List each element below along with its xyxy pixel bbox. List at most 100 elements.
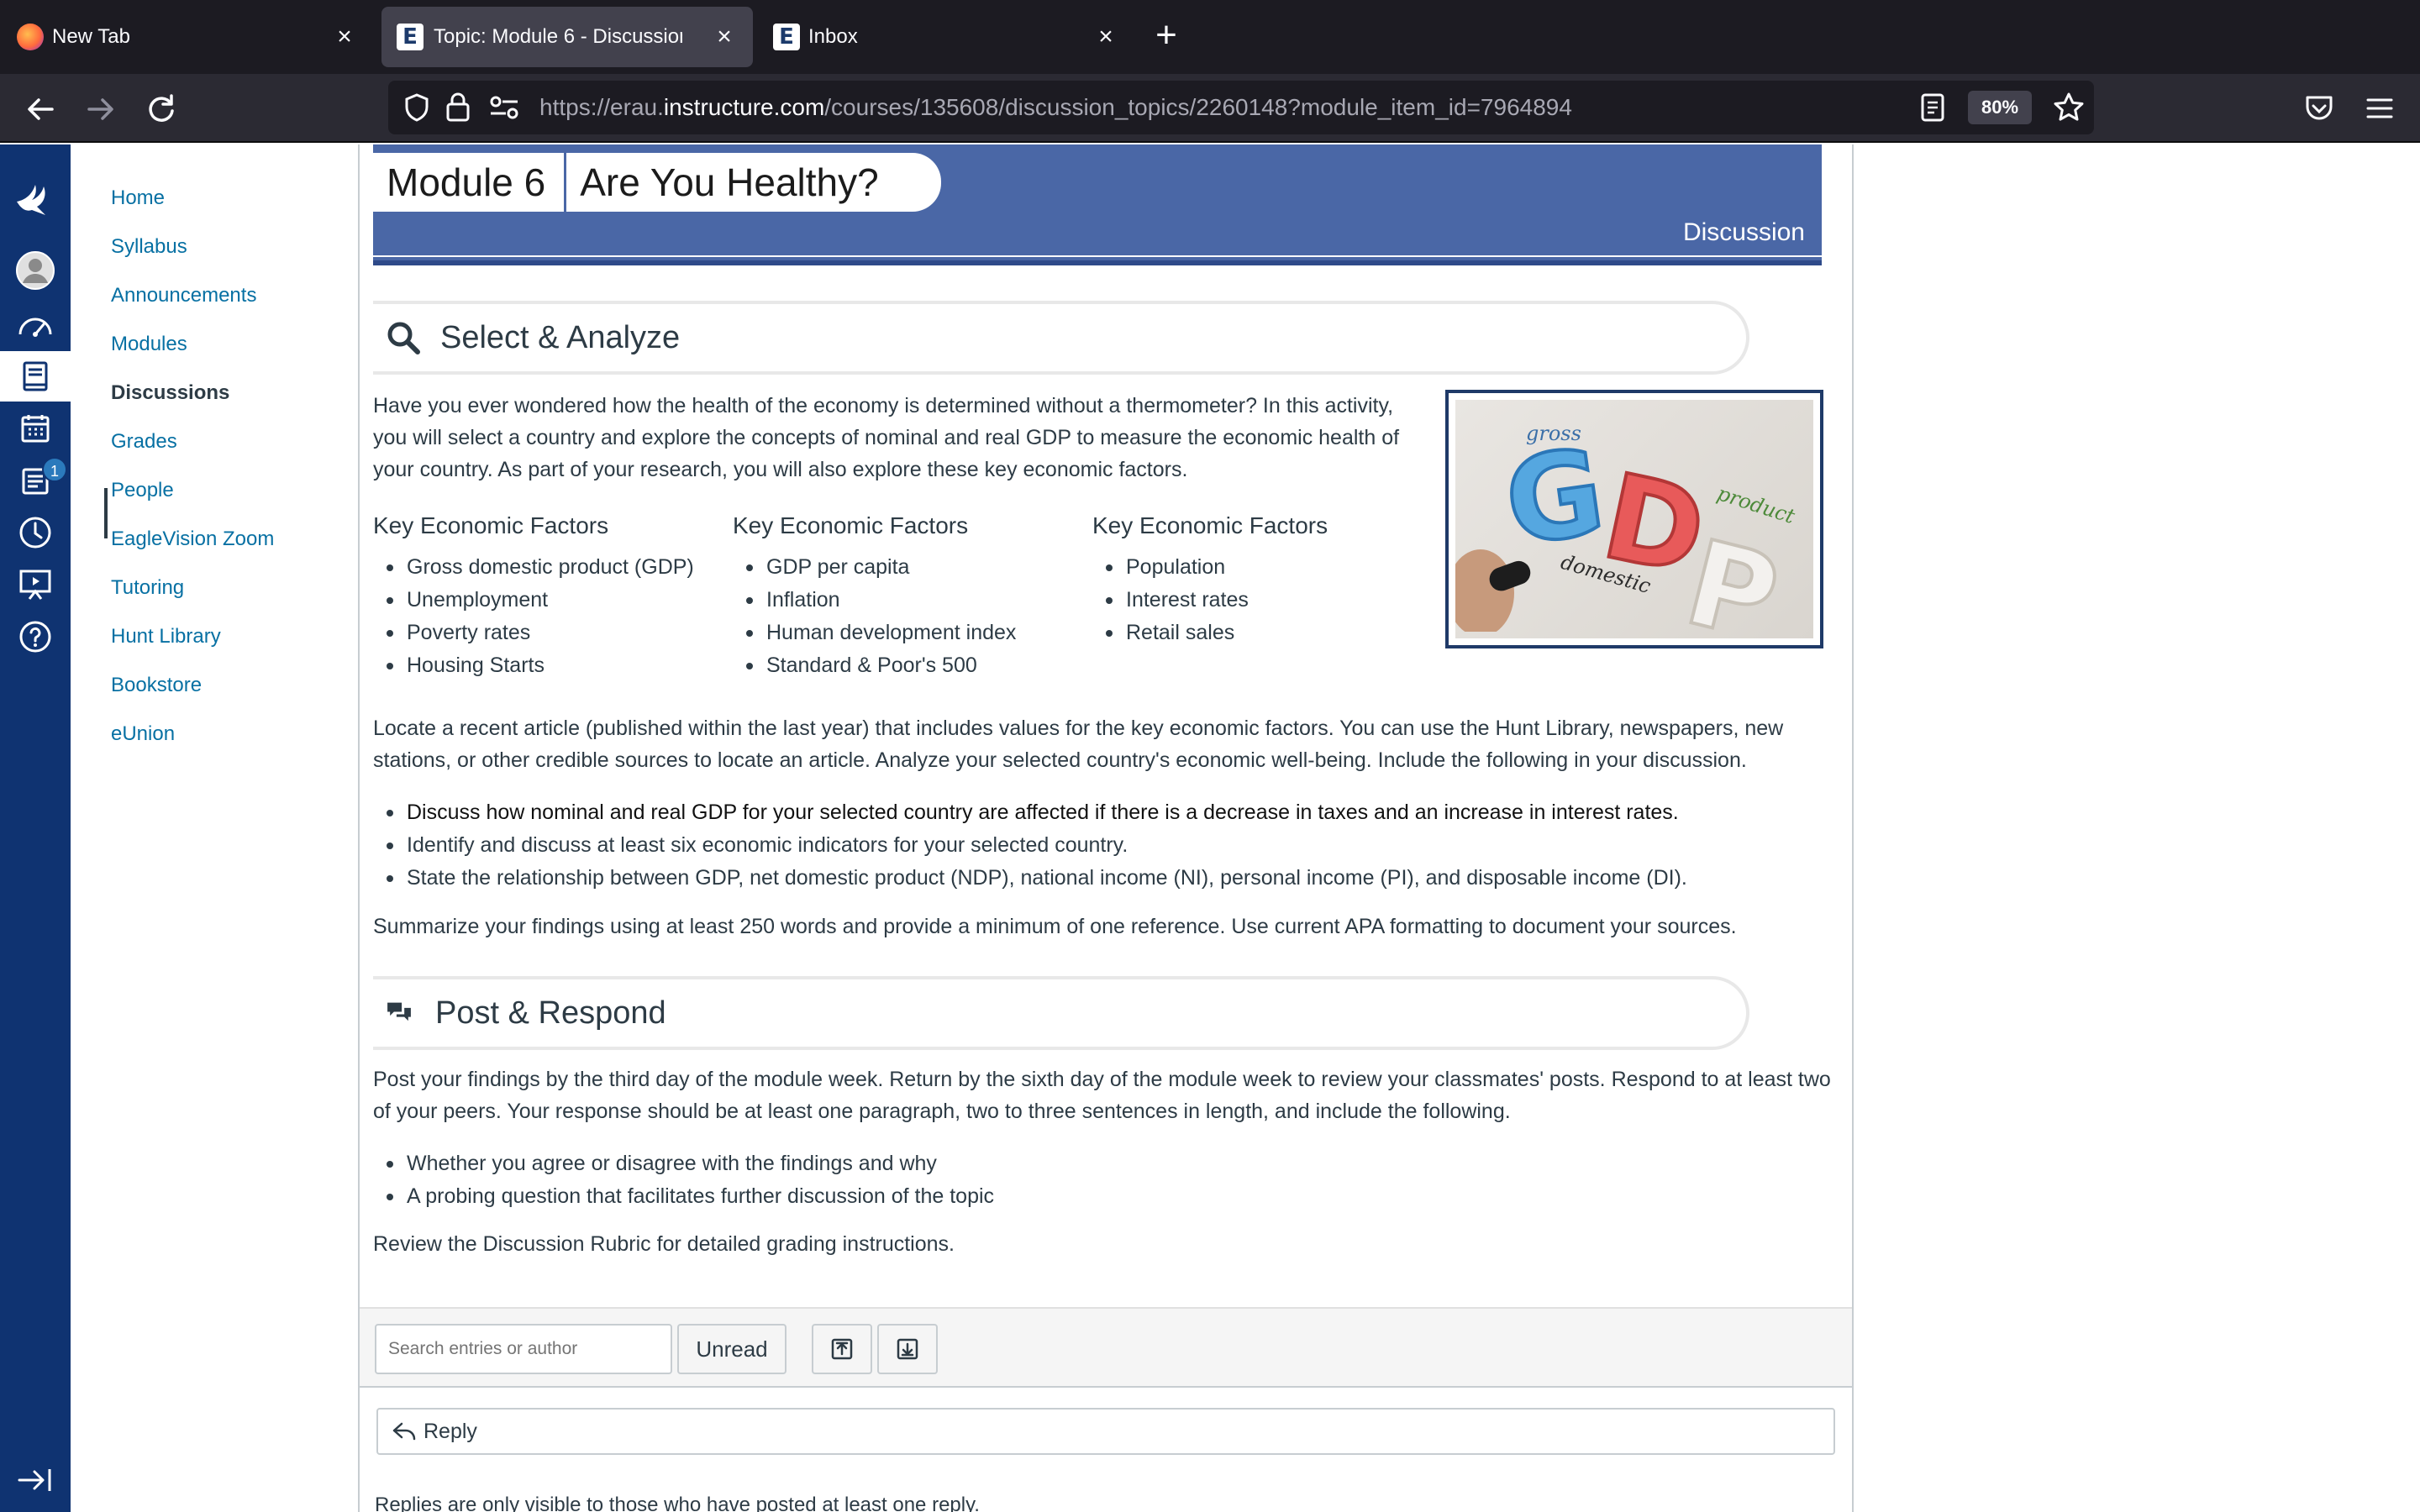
back-arrow-icon[interactable] (20, 89, 60, 129)
close-icon[interactable]: × (329, 22, 360, 52)
inbox-nav[interactable]: 1 (0, 455, 71, 506)
list-item: Poverty rates (373, 617, 726, 649)
firefox-icon (17, 24, 44, 50)
browser-toolbar: https://erau.instructure.com/courses/135… (0, 74, 2420, 143)
list-item: Human development index (733, 617, 1086, 649)
course-nav-eunion[interactable]: eUnion (111, 722, 175, 746)
dashboard-nav[interactable] (0, 299, 71, 349)
factors-column-2: Key Economic Factors GDP per capita Infl… (733, 512, 1086, 682)
tab-title: Inbox (808, 25, 858, 48)
factors-heading: Key Economic Factors (373, 512, 609, 538)
menu-hamburger-icon[interactable] (2365, 94, 2395, 123)
dashboard-icon (18, 318, 52, 337)
active-indicator (104, 488, 108, 538)
course-nav-grades[interactable]: Grades (111, 430, 177, 454)
banner-tag: Discussion (1682, 218, 1805, 246)
course-nav-announcements[interactable]: Announcements (111, 284, 256, 307)
canvas-e-icon: E (397, 24, 424, 50)
lock-icon[interactable] (444, 91, 472, 123)
collapse-up-icon (831, 1338, 853, 1360)
list-item: GDP per capita (733, 551, 1086, 584)
expand-down-icon (897, 1338, 918, 1360)
account-avatar-icon (16, 251, 55, 290)
discussion-toolbar: Unread (360, 1307, 1852, 1388)
course-nav-syllabus[interactable]: Syllabus (111, 235, 187, 259)
permissions-icon[interactable] (489, 94, 519, 121)
intro-paragraph: Have you ever wondered how the health of… (373, 394, 1400, 481)
help-nav[interactable] (0, 612, 71, 662)
list-item: Identify and discuss at least six econom… (373, 829, 1835, 862)
task-list: Discuss how nominal and real GDP for you… (373, 796, 1835, 895)
courses-nav[interactable] (0, 351, 71, 402)
tab-inbox[interactable]: E Inbox × (761, 7, 1134, 67)
history-clock-icon (19, 517, 51, 549)
calendar-nav[interactable] (0, 403, 71, 454)
search-entries-input[interactable] (375, 1324, 672, 1374)
url-domain: instructure.com (663, 94, 825, 120)
tab-title: New Tab (52, 25, 130, 48)
response-list: Whether you agree or disagree with the f… (373, 1147, 1835, 1213)
erau-eagle-logo[interactable] (0, 161, 71, 228)
url-text[interactable]: https://erau.instructure.com/courses/135… (539, 94, 1572, 121)
pocket-icon[interactable] (2304, 94, 2334, 123)
eagle-logo-icon (17, 185, 45, 215)
section-title: Select & Analyze (440, 319, 681, 355)
bookmark-star-icon[interactable] (2052, 91, 2086, 124)
close-icon[interactable]: × (1091, 22, 1121, 52)
courses-book-icon (23, 361, 48, 391)
reply-arrow-icon (392, 1422, 416, 1441)
canvas-e-icon: E (773, 24, 800, 50)
account-nav[interactable] (0, 245, 71, 296)
list-item: Gross domestic product (GDP) (373, 551, 726, 584)
banner-title: Are You Healthy? (580, 160, 879, 204)
factors-heading: Key Economic Factors (733, 512, 969, 538)
address-bar[interactable]: https://erau.instructure.com/courses/135… (388, 81, 2094, 134)
tab-new-tab[interactable]: New Tab × (0, 7, 373, 67)
reply-button[interactable]: Reply (376, 1408, 1835, 1455)
unread-filter-button[interactable]: Unread (677, 1324, 786, 1374)
list-item: Unemployment (373, 584, 726, 617)
gdp-letter-g: G (1497, 423, 1612, 572)
replies-visibility-note: Replies are only visible to those who ha… (375, 1494, 980, 1512)
course-nav-modules[interactable]: Modules (111, 333, 187, 356)
zoom-level[interactable]: 80% (1968, 91, 2032, 124)
collapse-replies-button[interactable] (812, 1324, 872, 1374)
browser-tab-bar: New Tab × E Topic: Module 6 - Discussion… (0, 0, 2420, 74)
collapse-nav-button[interactable] (0, 1455, 71, 1505)
course-nav-hunt-library[interactable]: Hunt Library (111, 625, 221, 648)
forward-arrow-icon[interactable] (81, 89, 121, 129)
shield-icon[interactable] (402, 92, 432, 123)
reader-view-icon[interactable] (1919, 92, 1946, 123)
course-nav-home[interactable]: Home (111, 186, 165, 210)
chat-bubbles-icon (387, 1002, 411, 1021)
course-nav-discussions[interactable]: Discussions (111, 381, 229, 405)
list-item: Housing Starts (373, 649, 726, 682)
new-tab-button[interactable]: + (1150, 17, 1183, 57)
gdp-letters-illustration: gross product domestic G D P (1455, 422, 1798, 638)
inbox-unread-badge: 1 (42, 457, 67, 482)
history-nav[interactable] (0, 507, 71, 558)
collapse-arrow-icon (18, 1469, 51, 1491)
course-nav-tutoring[interactable]: Tutoring (111, 576, 184, 600)
post-respond-header: Post & Respond (373, 976, 1749, 1050)
course-nav-eaglevision-zoom[interactable]: EagleVision Zoom (111, 528, 274, 551)
reload-icon[interactable] (141, 89, 182, 129)
url-path: /courses/135608/discussion_topics/226014… (824, 94, 1572, 120)
banner-module: Module 6 (373, 153, 567, 212)
calendar-icon (21, 415, 50, 443)
studio-nav[interactable] (0, 559, 71, 610)
close-icon[interactable]: × (709, 22, 739, 52)
list-item: Interest rates (1092, 584, 1445, 617)
factors-column-3: Key Economic Factors Population Interest… (1092, 512, 1445, 649)
banner-title-pill: Module 6 Are You Healthy? (373, 153, 941, 212)
list-item: Standard & Poor's 500 (733, 649, 1086, 682)
tab-discussion[interactable]: E Topic: Module 6 - Discussion: Ar × (381, 7, 753, 67)
expand-replies-button[interactable] (877, 1324, 938, 1374)
course-nav-people[interactable]: People (111, 479, 174, 502)
course-nav-bookstore[interactable]: Bookstore (111, 674, 202, 697)
reply-label: Reply (424, 1419, 477, 1443)
gdp-image-frame: gross product domestic G D P (1445, 390, 1823, 648)
summary-paragraph: Summarize your findings using at least 2… (373, 915, 1737, 938)
magnifier-search-icon (387, 322, 420, 354)
list-item: Whether you agree or disagree with the f… (373, 1147, 1835, 1180)
